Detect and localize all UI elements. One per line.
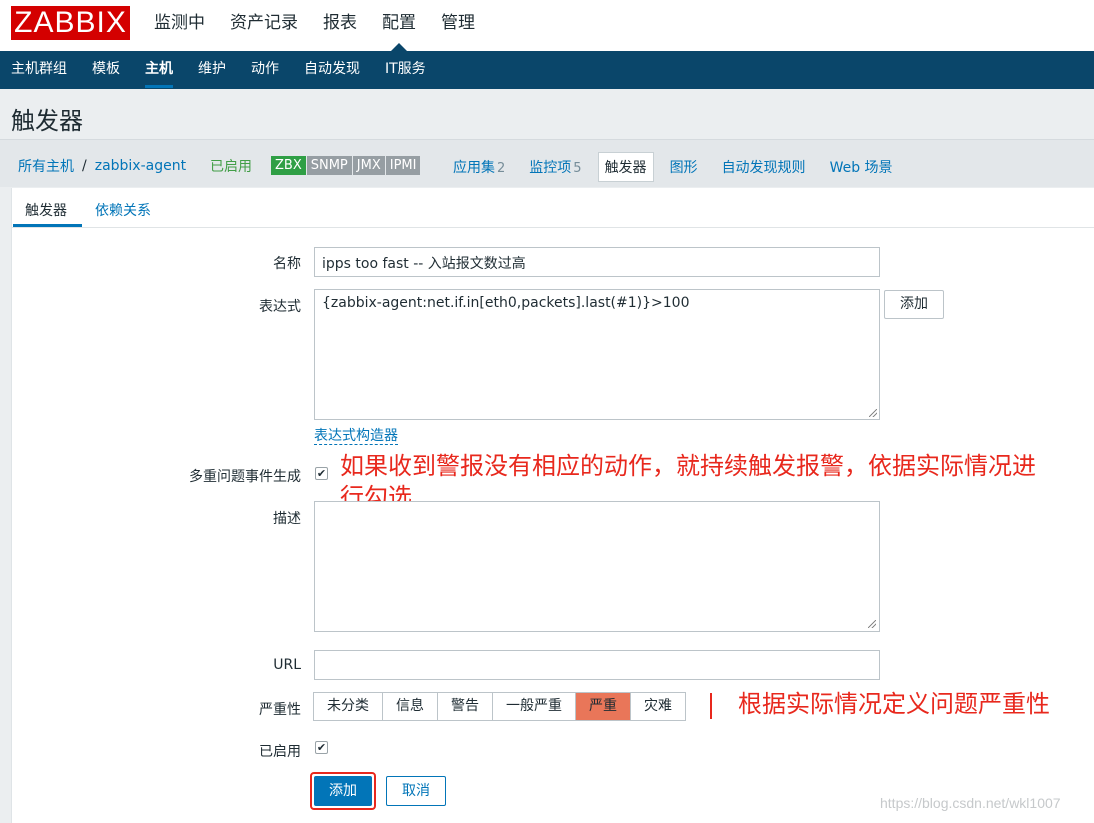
severity-information[interactable]: 信息 <box>382 692 438 721</box>
menu-inventory[interactable]: 资产记录 <box>230 0 298 51</box>
severity-average[interactable]: 一般严重 <box>492 692 576 721</box>
host-tabs: 应用集 2 监控项 5 触发器 图形 自动发现规则 Web 场景 <box>453 152 917 182</box>
items-count: 5 <box>573 161 582 176</box>
zabbix-logo[interactable]: ZABBIX <box>11 6 130 40</box>
severity-highlight-mark <box>710 693 712 719</box>
tab-graphs[interactable]: 图形 <box>670 157 698 177</box>
watermark: https://blog.csdn.net/wkl1007 <box>880 795 1061 811</box>
tab-triggers[interactable]: 触发器 <box>597 152 654 182</box>
expression-builder-link[interactable]: 表达式构造器 <box>314 428 398 445</box>
tab-applications[interactable]: 应用集 2 <box>453 157 505 177</box>
submenu-actions[interactable]: 动作 <box>251 51 279 89</box>
submenu-it-services[interactable]: IT服务 <box>385 51 426 89</box>
expression-label: 表达式 <box>259 299 301 315</box>
severity-label: 严重性 <box>259 702 301 718</box>
sub-navigation: 主机群组 模板 主机 维护 动作 自动发现 IT服务 <box>0 51 1094 89</box>
name-label: 名称 <box>273 256 301 272</box>
url-input[interactable] <box>314 650 880 680</box>
tab-discovery-rules[interactable]: 自动发现规则 <box>722 157 806 177</box>
submenu-templates[interactable]: 模板 <box>92 51 120 89</box>
menu-reports[interactable]: 报表 <box>323 0 357 51</box>
menu-administration[interactable]: 管理 <box>441 0 475 51</box>
description-textarea[interactable] <box>314 501 880 632</box>
jmx-badge: JMX <box>352 156 385 175</box>
availability-badges: ZBX SNMP JMX IPMI <box>271 156 421 175</box>
resize-grip-icon[interactable] <box>869 409 877 417</box>
expression-value: {zabbix-agent:net.if.in[eth0,packets].la… <box>322 295 690 311</box>
expression-add-button[interactable]: 添加 <box>884 290 944 319</box>
description-label: 描述 <box>273 511 301 527</box>
cancel-button[interactable]: 取消 <box>386 776 446 806</box>
name-input[interactable]: ipps too fast -- 入站报文数过高 <box>314 247 880 277</box>
description-resize-grip-icon[interactable] <box>868 620 876 628</box>
top-navigation: ZABBIX 监测中 资产记录 报表 配置 管理 <box>0 0 1094 52</box>
breadcrumb: 所有主机 / zabbix-agent <box>18 156 186 176</box>
severity-not-classified[interactable]: 未分类 <box>313 692 383 721</box>
form-tab-trigger[interactable]: 触发器 <box>25 200 67 220</box>
submenu-host-groups[interactable]: 主机群组 <box>11 51 67 89</box>
submenu-hosts[interactable]: 主机 <box>145 51 173 89</box>
host-status[interactable]: 已启用 <box>210 156 252 176</box>
submenu-discovery[interactable]: 自动发现 <box>304 51 360 89</box>
severity-warning[interactable]: 警告 <box>437 692 493 721</box>
menu-configuration[interactable]: 配置 <box>382 0 416 52</box>
main-menu: 监测中 资产记录 报表 配置 管理 <box>154 0 500 52</box>
breadcrumb-all-hosts[interactable]: 所有主机 <box>18 156 74 176</box>
submenu-maintenance[interactable]: 维护 <box>198 51 226 89</box>
enabled-label: 已启用 <box>259 744 301 760</box>
ipmi-badge: IPMI <box>385 156 421 175</box>
snmp-badge: SNMP <box>306 156 352 175</box>
form-tabs: 触发器 依赖关系 <box>12 188 1094 228</box>
url-label: URL <box>273 657 301 673</box>
tab-web-scenarios[interactable]: Web 场景 <box>830 157 893 177</box>
severity-high[interactable]: 严重 <box>575 692 631 721</box>
multiple-events-annotation-line1: 如果收到警报没有相应的动作，就持续触发报警，依据实际情况进 <box>340 452 1036 480</box>
multiple-events-checkbox[interactable]: ✔ <box>315 467 328 480</box>
breadcrumb-host[interactable]: zabbix-agent <box>95 158 186 174</box>
severity-disaster[interactable]: 灾难 <box>630 692 686 721</box>
breadcrumb-separator: / <box>82 158 87 174</box>
submit-add-button[interactable]: 添加 <box>314 776 372 806</box>
zbx-badge: ZBX <box>271 156 306 175</box>
severity-annotation: 根据实际情况定义问题严重性 <box>738 690 1050 718</box>
form-tab-dependencies[interactable]: 依赖关系 <box>95 200 151 220</box>
tab-items[interactable]: 监控项 5 <box>529 157 581 177</box>
severity-selector: 未分类 信息 警告 一般严重 严重 灾难 <box>313 692 686 721</box>
enabled-checkbox[interactable]: ✔ <box>315 741 328 754</box>
multiple-events-label: 多重问题事件生成 <box>189 469 301 485</box>
menu-monitoring[interactable]: 监测中 <box>154 0 205 51</box>
page-title: 触发器 <box>11 107 83 135</box>
expression-textarea[interactable]: {zabbix-agent:net.if.in[eth0,packets].la… <box>314 289 880 420</box>
active-tab-indicator <box>13 224 82 227</box>
applications-count: 2 <box>497 161 506 176</box>
